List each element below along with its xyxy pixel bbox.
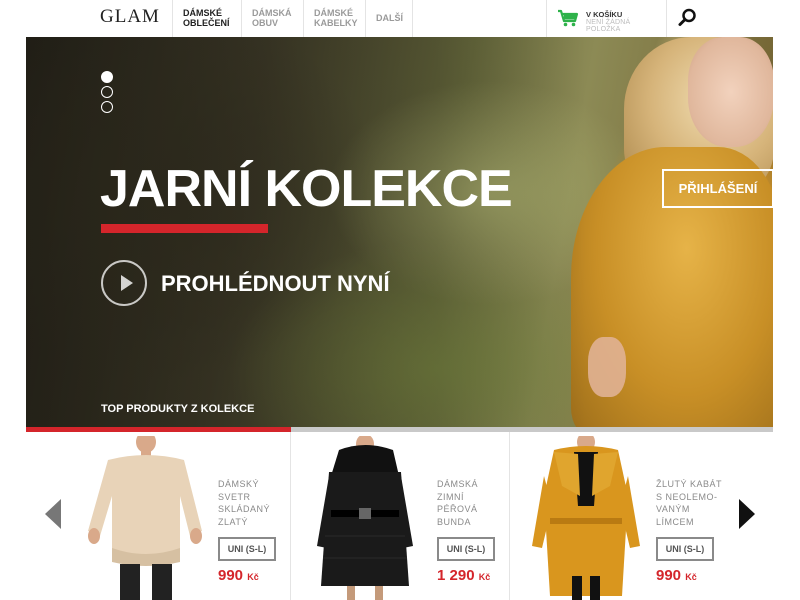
search-icon[interactable] [676,7,698,29]
section-label: TOP PRODUKTY Z KOLEKCE [101,403,255,415]
cart-icon [557,9,579,32]
price-value: 990 [218,567,244,584]
slide-dot-1[interactable] [101,71,113,83]
hero-banner: JARNÍ KOLEKCE PROHLÉDNOUT NYNÍ PŘIHLÁŠEN… [26,37,773,427]
nav-item-damske-obleceni[interactable]: DÁMSKÉ OBLEČENÍ [173,0,242,37]
product-name[interactable]: ŽLUTÝ KABÁT S NEOLEMO-VANÝM LÍMCEM [656,478,726,528]
product-card[interactable]: DÁMSKÝ SVETR SKLÁDANÝ ZLATÝ UNI (S-L) 99… [72,431,291,600]
cart-title: V KOŠÍKU [586,10,623,19]
product-name[interactable]: DÁMSKÁ ZIMNÍ PÉŘOVÁ BUNDA [437,478,507,528]
cart-button[interactable]: V KOŠÍKU NENÍ ŽÁDNÁ POLOŽKA [546,0,667,37]
product-carousel: DÁMSKÝ SVETR SKLÁDANÝ ZLATÝ UNI (S-L) 99… [72,431,730,600]
play-icon[interactable] [101,260,147,306]
slide-dot-2[interactable] [101,86,113,98]
product-image-sweater[interactable] [80,431,210,600]
product-price: 1 290 Kč [437,567,490,584]
logo[interactable]: GLAM [100,6,160,28]
price-currency: Kč [247,572,259,582]
main-nav: DÁMSKÉ OBLEČENÍ DÁMSKÁ OBUV DÁMSKÉ KABEL… [172,0,413,37]
cart-subtitle: NENÍ ŽÁDNÁ POLOŽKA [586,19,631,33]
nav-item-damske-kabelky[interactable]: DÁMSKÉ KABELKY [304,0,366,37]
product-price: 990 Kč [218,567,259,584]
product-image-down-jacket[interactable] [299,434,429,600]
price-currency: Kč [478,572,491,582]
slide-dot-3[interactable] [101,101,113,113]
nav-item-dalsi[interactable]: DALŠÍ [366,0,413,37]
size-button[interactable]: UNI (S-L) [218,537,276,561]
slide-indicators [101,71,113,116]
hero-cta-link[interactable]: PROHLÉDNOUT NYNÍ [161,271,390,297]
price-value: 1 290 [437,567,475,584]
product-card[interactable]: DÁMSKÁ ZIMNÍ PÉŘOVÁ BUNDA UNI (S-L) 1 29… [291,432,510,600]
arrow-right-icon[interactable] [739,499,755,529]
hero-title: JARNÍ KOLEKCE [100,160,513,218]
header: GLAM DÁMSKÉ OBLEČENÍ DÁMSKÁ OBUV DÁMSKÉ … [0,0,800,37]
product-name[interactable]: DÁMSKÝ SVETR SKLÁDANÝ ZLATÝ [218,478,288,528]
price-value: 990 [656,567,682,584]
product-price: 990 Kč [656,567,697,584]
nav-item-damska-obuv[interactable]: DÁMSKÁ OBUV [242,0,304,37]
product-image-yellow-coat[interactable] [518,432,648,600]
price-currency: Kč [685,572,697,582]
size-button[interactable]: UNI (S-L) [656,537,714,561]
login-button[interactable]: PŘIHLÁŠENÍ [662,169,773,208]
hero-title-underline [101,224,268,233]
product-card[interactable]: ŽLUTÝ KABÁT S NEOLEMO-VANÝM LÍMCEM UNI (… [510,432,729,600]
size-button[interactable]: UNI (S-L) [437,537,495,561]
arrow-left-icon[interactable] [45,499,61,529]
